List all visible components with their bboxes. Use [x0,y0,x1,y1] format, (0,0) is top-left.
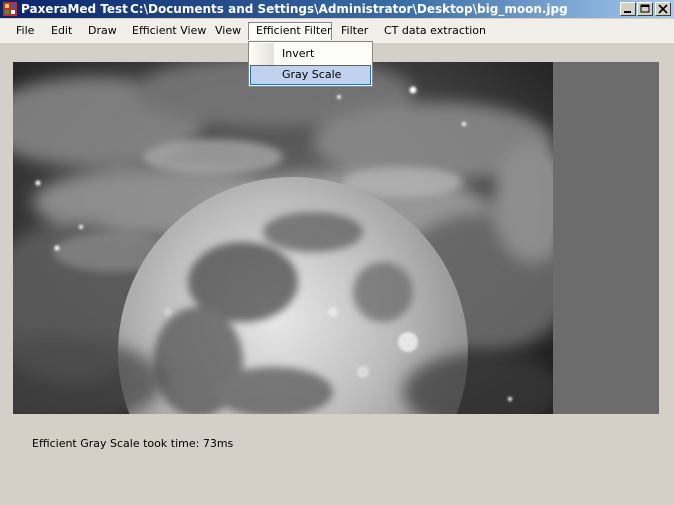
menu-view[interactable]: View [209,22,247,40]
maximize-button[interactable] [637,2,653,16]
status-message: Efficient Gray Scale took time: 73ms [32,437,234,450]
menu-bar: File Edit Draw Efficient View View Effic… [0,19,674,43]
maximize-icon [640,4,650,13]
minimize-icon [624,11,631,13]
menu-item-gray-scale[interactable]: Gray Scale [250,65,371,85]
close-button[interactable] [655,2,671,16]
menu-draw[interactable]: Draw [82,22,123,40]
menu-file[interactable]: File [10,22,40,40]
menu-ct-data-extraction[interactable]: CT data extraction [378,22,492,40]
menu-filter[interactable]: Filter [335,22,374,40]
menu-edit[interactable]: Edit [45,22,78,40]
minimize-button[interactable] [620,2,636,16]
menu-item-invert[interactable]: Invert [250,44,371,64]
window-title-app: PaxeraMed Test [21,2,128,16]
title-bar[interactable]: PaxeraMed Test C:\Documents and Settings… [0,0,674,18]
menu-efficient-view[interactable]: Efficient View [126,22,212,40]
close-icon [658,4,668,14]
window-title-path: C:\Documents and Settings\Administrator\… [130,2,568,16]
efficient-filter-dropdown: Invert Gray Scale [248,41,373,87]
menu-efficient-filter[interactable]: Efficient Filter [248,22,332,40]
app-icon[interactable] [3,2,17,16]
moon-image [13,62,553,414]
